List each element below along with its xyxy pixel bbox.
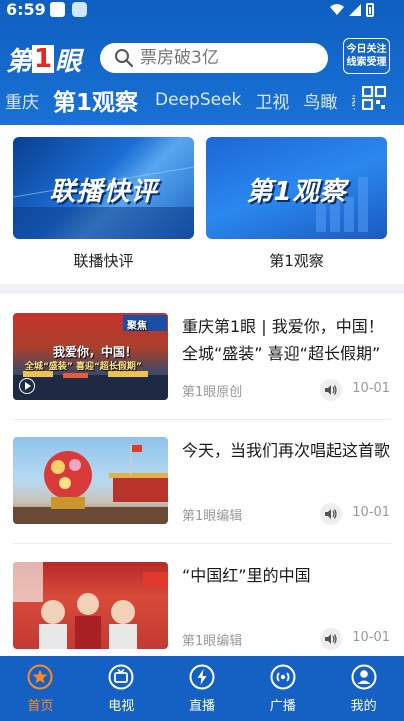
tab-label: 电视 (108, 699, 135, 714)
header: 6:59 第 1 眼 今日关注 线索受理 重庆 第1观察 DeepSeek 卫视… (0, 0, 404, 125)
feature-card-observe[interactable]: 第1观察 (206, 137, 387, 239)
news-title: 今天，当我们再次唱起这首歌 (182, 441, 391, 460)
today-focus-button[interactable]: 今日关注 线索受理 (343, 38, 390, 74)
signal-icon (349, 4, 361, 16)
channel-tab-satellite-tv[interactable]: 卫视 (255, 88, 289, 113)
news-title: 重庆第1眼 | 我爱你，中国！ 全城“盛装” 喜迎“超长假期” (182, 317, 384, 363)
tab-live[interactable]: 直播 (162, 656, 243, 721)
radio-icon (270, 664, 296, 690)
channel-tab-observe[interactable]: 第1观察 (53, 83, 138, 117)
notification-app-icon (72, 2, 87, 17)
notification-app-icon (50, 2, 65, 17)
bottom-tab-bar: 首页 电视 直播 广播 我的 (0, 656, 404, 721)
list-divider (13, 543, 391, 544)
channel-tab-chongqing[interactable]: 重庆 (5, 88, 39, 113)
logo-text-suffix: 眼 (55, 46, 81, 77)
news-meta: 第1眼编辑 10-01 (182, 503, 390, 525)
news-title: “中国红”里的中国 (182, 566, 311, 585)
section-divider (0, 284, 404, 294)
follow-line1: 今日关注 (346, 44, 387, 55)
tab-home[interactable]: 首页 (0, 656, 81, 721)
tab-label: 我的 (350, 699, 377, 714)
feature-card-commentary[interactable]: 联播快评 (13, 137, 194, 239)
status-time: 6:59 (6, 0, 46, 19)
follow-line2: 线索受理 (346, 57, 387, 68)
tab-label: 直播 (188, 699, 215, 714)
profile-icon (351, 664, 377, 690)
play-icon[interactable] (19, 378, 35, 394)
news-source: 第1眼编辑 (182, 634, 243, 649)
star-icon (27, 664, 53, 690)
speaker-icon (325, 385, 337, 395)
audio-play-button[interactable] (320, 379, 342, 401)
tab-radio[interactable]: 广播 (242, 656, 323, 721)
news-thumbnail: 聚焦 我爱你，中国！ 全城“盛装” 喜迎“超长假期” (13, 313, 168, 400)
speaker-icon (325, 634, 337, 644)
audio-play-button[interactable] (320, 503, 342, 525)
news-date: 10-01 (352, 381, 390, 396)
list-divider (13, 419, 391, 420)
channel-tab-deepseek[interactable]: DeepSeek (155, 90, 241, 110)
channel-tabs: 重庆 第1观察 DeepSeek 卫视 鸟瞰 教育 (0, 80, 355, 120)
logo-text-prefix: 第 (6, 46, 32, 77)
search-icon (115, 49, 134, 68)
channel-tab-aerial[interactable]: 鸟瞰 (303, 88, 337, 113)
feature-image-title: 第1观察 (246, 177, 347, 207)
news-date: 10-01 (352, 630, 390, 645)
search-bar[interactable] (100, 43, 328, 73)
wifi-icon (330, 4, 344, 16)
status-bar: 6:59 (0, 0, 404, 20)
feature-image-title: 联播快评 (49, 177, 158, 207)
logo-number: 1 (32, 44, 55, 74)
channel-tab-education[interactable]: 教育 (351, 88, 355, 113)
news-item[interactable]: 聚焦 我爱你，中国！ 全城“盛装” 喜迎“超长假期” 重庆第1眼 | 我爱你，中… (0, 313, 404, 423)
feature-caption[interactable]: 第1观察 (206, 250, 387, 271)
news-item[interactable]: 今天，当我们再次唱起这首歌 第1眼编辑 10-01 (0, 437, 404, 547)
app-logo: 第 1 眼 (6, 42, 90, 77)
thumbnail-caption: 我爱你，中国！ (53, 345, 138, 359)
search-input[interactable] (140, 48, 320, 68)
tab-profile[interactable]: 我的 (323, 656, 404, 721)
thumbnail-subcaption: 全城“盛装” 喜迎“超长假期” (25, 362, 142, 372)
tab-label: 广播 (269, 699, 296, 714)
live-icon (189, 664, 215, 690)
thumbnail-badge: 聚焦 (127, 321, 147, 332)
news-source: 第1眼原创 (182, 385, 243, 400)
tv-icon (108, 664, 134, 690)
news-meta: 第1眼编辑 10-01 (182, 628, 390, 650)
audio-play-button[interactable] (320, 628, 342, 650)
thumbnail-image (13, 562, 168, 649)
thumbnail-image (13, 445, 168, 524)
system-icons (330, 2, 374, 18)
tab-label: 首页 (27, 699, 54, 714)
news-thumbnail (13, 437, 168, 524)
battery-icon (366, 3, 374, 17)
speaker-icon (325, 509, 337, 519)
featured-section: 联播快评 第1观察 联播快评 第1观察 (0, 125, 404, 285)
news-thumbnail (13, 562, 168, 649)
news-source: 第1眼编辑 (182, 509, 243, 524)
qr-code-icon[interactable] (362, 86, 386, 110)
news-meta: 第1眼原创 10-01 (182, 379, 390, 401)
news-date: 10-01 (352, 505, 390, 520)
feature-caption[interactable]: 联播快评 (13, 250, 194, 271)
tab-tv[interactable]: 电视 (81, 656, 162, 721)
